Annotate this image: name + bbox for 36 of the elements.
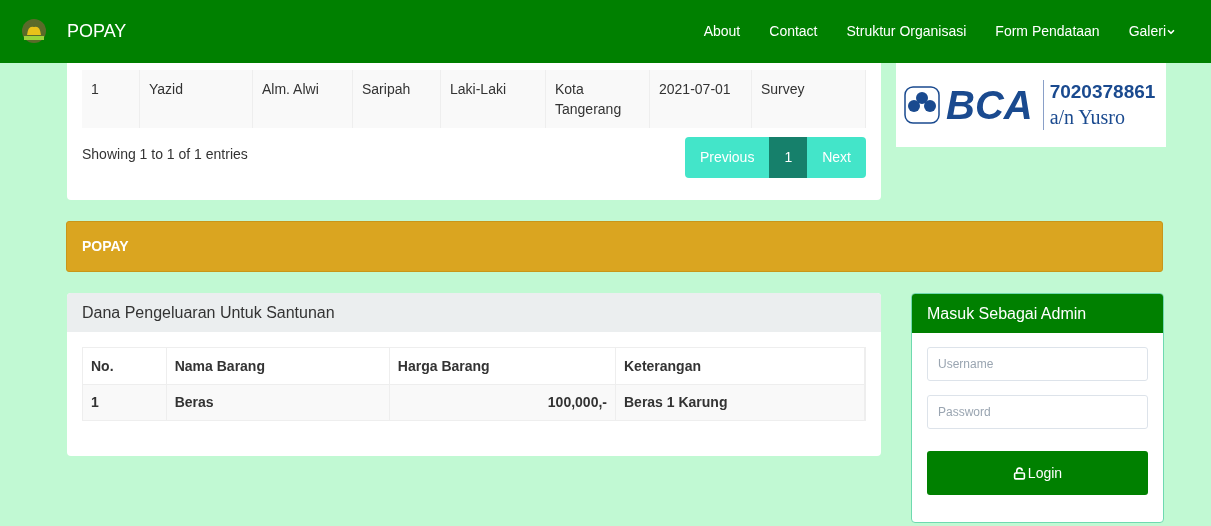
column-header: Harga Barang	[397, 356, 490, 376]
nav-link[interactable]: Contact	[769, 21, 818, 42]
nav-link[interactable]: Struktur Organisasi	[846, 21, 967, 42]
username-field[interactable]: Username	[927, 347, 1148, 381]
table-cell-text: Beras	[174, 393, 214, 412]
column-header: Keterangan	[624, 356, 701, 376]
table-cell: Laki-Laki	[450, 81, 507, 97]
bank-emblem-icon	[904, 86, 940, 124]
nav-link[interactable]: Form Pendataan	[995, 21, 1100, 42]
table-cell: 1	[91, 81, 99, 97]
logo-icon	[20, 18, 48, 45]
bank-logo: BCA	[946, 85, 1033, 125]
section-title: POPAY	[82, 237, 129, 256]
column-header: No.	[91, 356, 114, 376]
table-cell: 2021-07-01	[659, 81, 731, 97]
card-title: Dana Pengeluaran Untuk Santunan	[82, 302, 335, 323]
column-header: Nama Barang	[174, 356, 265, 376]
nav-link[interactable]: Galeri	[1128, 21, 1176, 42]
nav-link[interactable]: About	[703, 21, 741, 42]
table-cell-text: Beras 1 Karung	[624, 393, 728, 412]
account-number: 7020378861	[1049, 80, 1156, 104]
table-cell-text: 1	[91, 393, 99, 412]
panel-title: Masuk Sebagai Admin	[927, 303, 1087, 324]
brand-name[interactable]: POPAY	[67, 18, 127, 45]
unlock-icon	[1012, 466, 1026, 480]
table-cell: Survey	[761, 81, 805, 97]
pagination-button[interactable]: 1	[769, 137, 808, 178]
table-cell-text: 100,000,-	[547, 393, 607, 412]
table-cell: Alm. Alwi	[262, 81, 319, 97]
table-info: Showing 1 to 1 of 1 entries	[82, 145, 248, 164]
table-cell: Kota Tangerang	[555, 81, 622, 117]
table-cell: Yazid	[149, 81, 183, 97]
password-field[interactable]: Password	[927, 395, 1148, 429]
table-cell: Saripah	[362, 81, 411, 97]
account-holder: a/n Yusro	[1049, 105, 1127, 130]
login-button[interactable]: Login	[927, 451, 1148, 495]
